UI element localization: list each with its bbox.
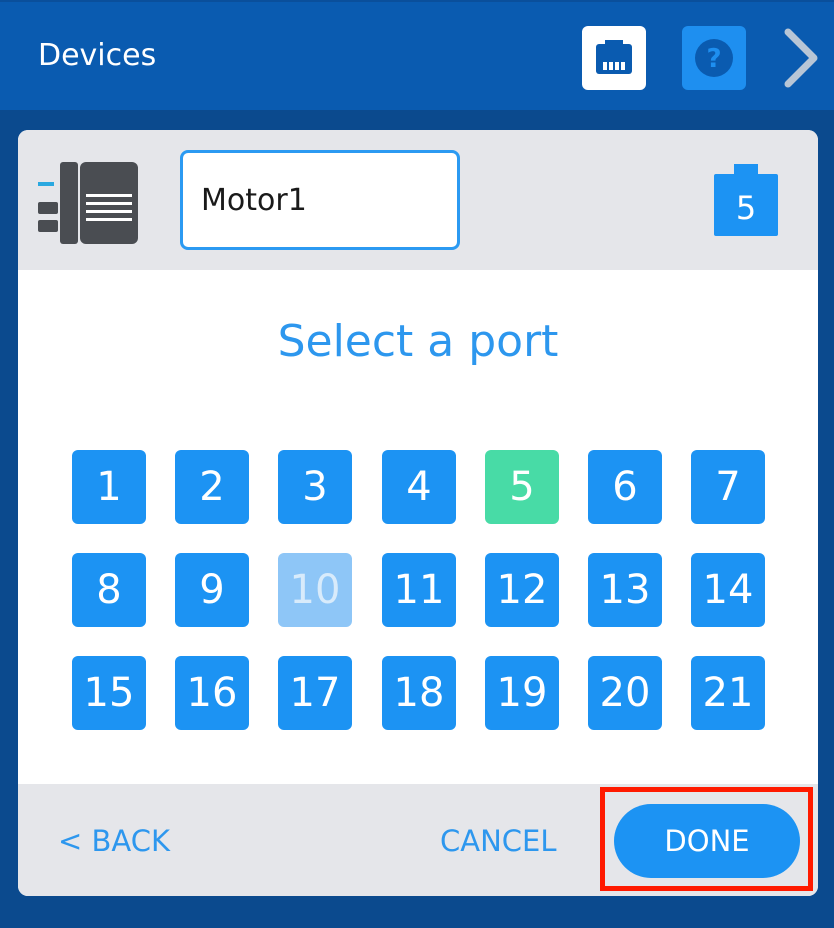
port-button-6[interactable]: 6 — [588, 450, 662, 524]
port-button-4[interactable]: 4 — [382, 450, 456, 524]
current-port-badge: 5 — [714, 164, 778, 236]
done-highlight-box — [600, 787, 813, 891]
next-button[interactable] — [776, 26, 826, 90]
chevron-right-icon — [784, 28, 818, 88]
port-button-5[interactable]: 5 — [485, 450, 559, 524]
port-button-13[interactable]: 13 — [588, 553, 662, 627]
port-button-16[interactable]: 16 — [175, 656, 249, 730]
port-button-9[interactable]: 9 — [175, 553, 249, 627]
back-button[interactable]: < BACK — [58, 824, 170, 858]
port-button-17[interactable]: 17 — [278, 656, 352, 730]
port-button-11[interactable]: 11 — [382, 553, 456, 627]
cancel-button[interactable]: CANCEL — [440, 824, 557, 858]
motor-device-icon — [38, 162, 138, 244]
help-button[interactable]: ? — [682, 26, 746, 90]
device-config-panel: 5 Select a port 123456789101112131415161… — [18, 130, 818, 896]
port-button[interactable] — [582, 26, 646, 90]
port-button-15[interactable]: 15 — [72, 656, 146, 730]
current-port-number: 5 — [735, 189, 757, 227]
select-port-heading: Select a port — [277, 316, 559, 367]
port-button-3[interactable]: 3 — [278, 450, 352, 524]
port-button-21[interactable]: 21 — [691, 656, 765, 730]
panel-header: 5 — [18, 130, 818, 270]
port-button-10[interactable]: 10 — [278, 553, 352, 627]
port-button-12[interactable]: 12 — [485, 553, 559, 627]
port-button-2[interactable]: 2 — [175, 450, 249, 524]
device-name-input[interactable] — [180, 150, 460, 250]
port-button-20[interactable]: 20 — [588, 656, 662, 730]
port-button-8[interactable]: 8 — [72, 553, 146, 627]
ethernet-port-icon — [596, 40, 632, 74]
port-button-14[interactable]: 14 — [691, 553, 765, 627]
page-title: Devices — [38, 38, 157, 73]
port-button-1[interactable]: 1 — [72, 450, 146, 524]
help-icon: ? — [695, 39, 733, 77]
port-button-7[interactable]: 7 — [691, 450, 765, 524]
port-button-19[interactable]: 19 — [485, 656, 559, 730]
top-bar: Devices ? — [0, 0, 834, 110]
svg-text:?: ? — [706, 44, 721, 74]
port-button-18[interactable]: 18 — [382, 656, 456, 730]
port-grid: 1 2 3 4 5 6 7 8 9 10 11 12 13 14 15 16 17 18 19 20 21 — [72, 450, 766, 730]
